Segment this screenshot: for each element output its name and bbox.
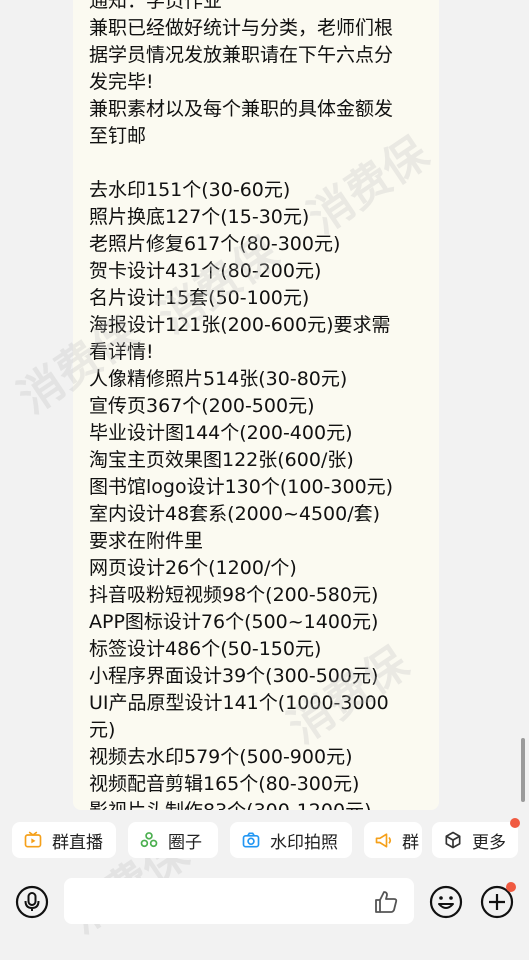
message-line: 毕业设计图144个(200-400元) (89, 422, 353, 444)
message-line: 小程序界面设计39个(300-500元) (89, 665, 379, 687)
message-line: UI产品原型设计141个(1000-3000 (89, 692, 389, 714)
thumbs-up-icon[interactable] (372, 888, 400, 916)
message-input[interactable] (64, 878, 414, 924)
more-badge-dot (510, 818, 520, 828)
message-bubble[interactable]: 通知：学员作业兼职已经做好统计与分类，老师们根 据学员情况发放兼职请在下午六点分发… (73, 0, 439, 810)
scrollbar-thumb[interactable] (521, 738, 525, 802)
cube-icon (442, 829, 464, 851)
message-line: 人像精修照片514张(30-80元) (89, 368, 348, 390)
quick-action-bar: 群直播 圈子 水印拍照 群 更多 (0, 816, 529, 864)
message-line: 宣传页367个(200-500元) (89, 395, 315, 417)
message-line: 海报设计121张(200-600元)要求需 (89, 314, 391, 336)
message-line: 兼职已经做好统计与分类，老师们根 (89, 17, 394, 39)
message-line: 贺卡设计431个(80-200元) (89, 260, 322, 282)
voice-icon (15, 885, 49, 919)
emoji-button[interactable] (428, 884, 464, 920)
message-line: 兼职素材以及每个兼职的具体金额发 (89, 98, 394, 120)
message-line: 看详情! (89, 341, 154, 363)
message-line: 要求在附件里 (89, 530, 204, 552)
message-line: 老照片修复617个(80-300元) (89, 233, 341, 255)
group-live-chip[interactable]: 群直播 (12, 822, 116, 858)
message-input-row (0, 870, 529, 932)
message-line: 室内设计48套系(2000~4500/套) (89, 503, 381, 525)
emoji-icon (429, 885, 463, 919)
camera-icon (240, 829, 262, 851)
voice-button[interactable] (14, 884, 50, 920)
chip-label: 水印拍照 (270, 832, 338, 853)
group-announcement-chip[interactable]: 群 (364, 822, 422, 858)
message-line: 网页设计26个(1200/个) (89, 557, 297, 579)
message-line: 名片设计15套(50-100元) (89, 287, 310, 309)
message-line: 标签设计486个(50-150元) (89, 638, 322, 660)
circle-chip[interactable]: 圈子 (128, 822, 218, 858)
message-line: 淘宝主页效果图122张(600/张) (89, 449, 354, 471)
message-line: 图书馆logo设计130个(100-300元) (89, 476, 394, 498)
message-line: 视频去水印579个(500-900元) (89, 746, 353, 768)
message-line: APP图标设计76个(500~1400元) (89, 611, 379, 633)
message-line: 视频配音剪辑165个(80-300元) (89, 773, 360, 795)
message-line: 至钉邮 (89, 125, 147, 147)
watermark-camera-chip[interactable]: 水印拍照 (230, 822, 352, 858)
message-line: 照片换底127个(15-30元) (89, 206, 310, 228)
message-line: 影视片头制作83个(300-1200元) (89, 798, 439, 810)
chip-label: 圈子 (168, 832, 202, 853)
message-line: 抖音吸粉短视频98个(200-580元) (89, 584, 379, 606)
message-line (89, 150, 439, 177)
chat-screen: 通知：学员作业兼职已经做好统计与分类，老师们根 据学员情况发放兼职请在下午六点分发… (0, 0, 529, 960)
message-line: 发完毕! (89, 71, 154, 93)
more-chip[interactable]: 更多 (432, 822, 518, 858)
message-line: 去水印151个(30-60元) (89, 179, 291, 201)
circle-group-icon (138, 829, 160, 851)
chip-label: 更多 (472, 832, 506, 853)
chip-label: 群 (402, 832, 419, 853)
add-badge-dot (506, 882, 516, 892)
megaphone-icon (374, 829, 394, 851)
message-line: 通知：学员作业 (89, 0, 223, 12)
chip-label: 群直播 (52, 832, 103, 853)
message-line: 据学员情况发放兼职请在下午六点分 (89, 44, 394, 66)
live-tv-icon (22, 829, 44, 851)
message-line: 元) (89, 719, 116, 741)
